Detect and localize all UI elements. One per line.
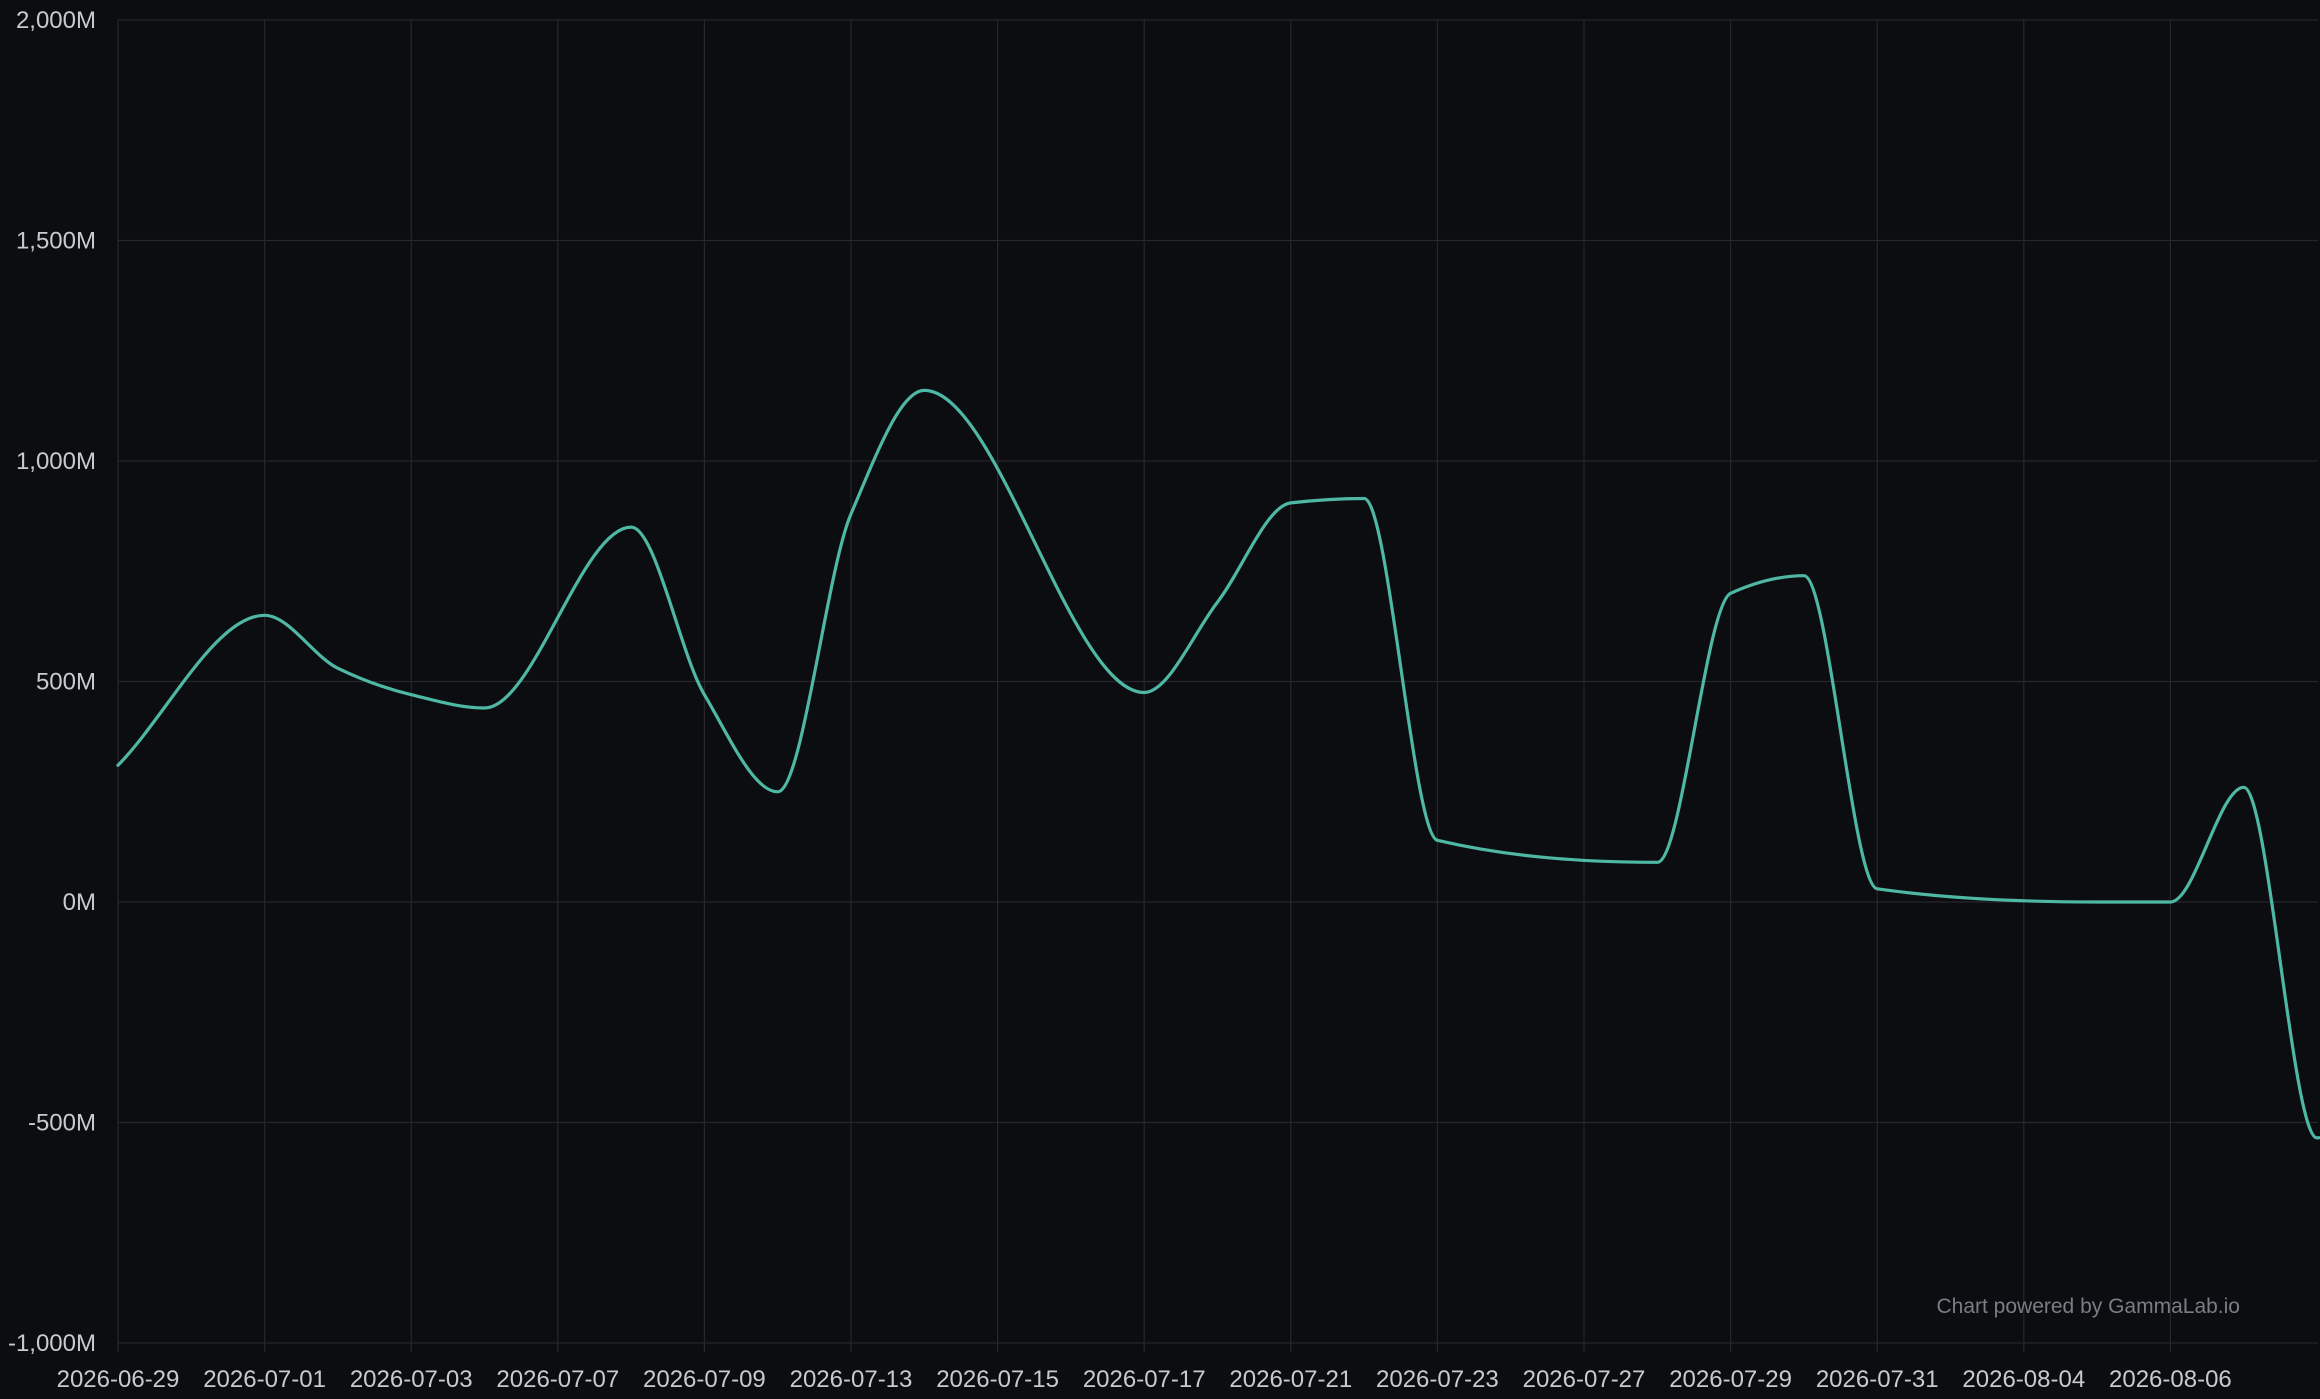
x-tick-label: 2026-07-15 — [936, 1366, 1059, 1393]
x-axis-tick-labels: 2026-06-29 2026-07-01 2026-07-03 2026-07-07… — [57, 1366, 2232, 1393]
x-tick-label: 2026-07-09 — [643, 1366, 766, 1393]
series-lines — [116, 388, 2320, 1140]
x-tick-label: 2026-07-23 — [1376, 1366, 1499, 1393]
x-tick-label: 2026-07-07 — [496, 1366, 619, 1393]
x-tick-label: 2026-08-06 — [2109, 1366, 2232, 1393]
series-line — [116, 388, 2320, 1140]
vertical-gridlines — [117, 20, 2171, 1352]
x-tick-label: 2026-07-27 — [1523, 1366, 1646, 1393]
x-tick-label: 2026-08-04 — [1962, 1366, 2085, 1393]
x-tick-label: 2026-07-13 — [790, 1366, 913, 1393]
y-tick-label: -1,000M — [8, 1330, 96, 1357]
x-tick-label: 2026-07-17 — [1083, 1366, 1206, 1393]
x-tick-label: 2026-07-31 — [1816, 1366, 1939, 1393]
y-tick-label: 500M — [36, 669, 96, 696]
y-tick-label: 1,500M — [16, 228, 96, 255]
x-tick-label: 2026-07-29 — [1669, 1366, 1792, 1393]
x-tick-label: 2026-07-03 — [350, 1366, 473, 1393]
y-tick-label: 1,000M — [16, 448, 96, 475]
x-tick-label: 2026-07-21 — [1229, 1366, 1352, 1393]
y-tick-label: -500M — [28, 1110, 96, 1137]
chart-credit: Chart powered by GammaLab.io — [1937, 1295, 2241, 1318]
y-tick-label: 2,000M — [16, 7, 96, 34]
x-tick-label: 2026-07-01 — [203, 1366, 326, 1393]
horizontal-gridlines — [118, 19, 2318, 1344]
x-tick-label: 2026-06-29 — [57, 1366, 180, 1393]
y-axis-tick-labels: -1,000M -500M 0M 500M 1,000M 1,500M 2,000M — [8, 7, 96, 1357]
line-chart: -1,000M -500M 0M 500M 1,000M 1,500M 2,000M 202… — [8, 7, 2320, 1393]
y-tick-label: 0M — [63, 889, 96, 916]
